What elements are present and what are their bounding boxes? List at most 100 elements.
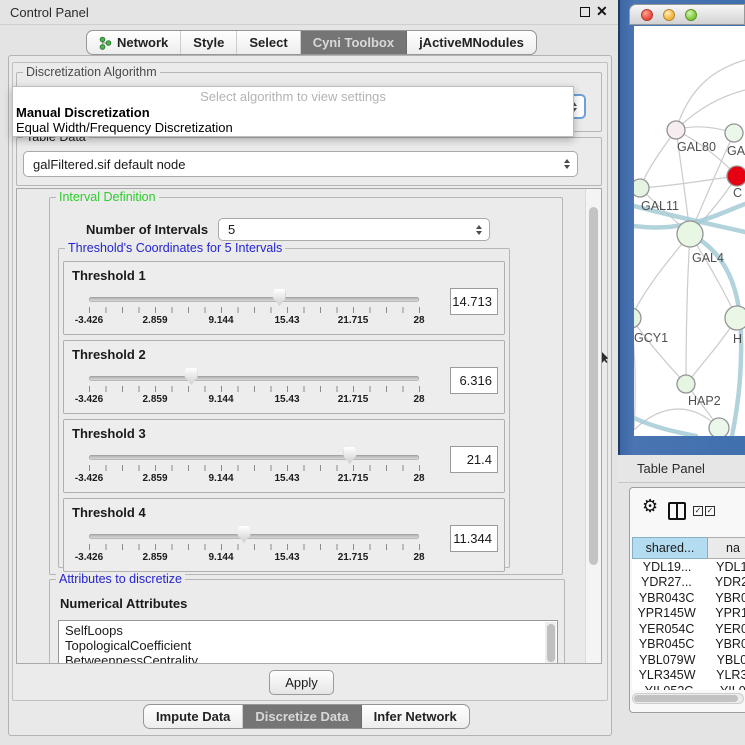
network-edge-thick[interactable]: [634, 418, 696, 436]
network-window-titlebar[interactable]: [629, 4, 745, 25]
cell-shared-name[interactable]: YBR043C: [632, 591, 701, 605]
table-horizontal-scrollbar[interactable]: [632, 693, 744, 704]
table-row[interactable]: YBL079WYBL0: [632, 652, 745, 668]
number-of-intervals-combobox[interactable]: 5: [218, 218, 490, 241]
table-row[interactable]: YDR27...YDR2: [632, 575, 745, 591]
network-node-h-node[interactable]: [725, 306, 745, 330]
close-traffic-light-icon[interactable]: [641, 9, 653, 21]
tab-infer-network[interactable]: Infer Network: [362, 705, 469, 728]
slider-thumb[interactable]: [238, 526, 251, 543]
cell-shared-name[interactable]: YIL052C: [632, 684, 706, 690]
table-data-combobox[interactable]: galFiltered.sif default node: [23, 151, 578, 177]
network-edge[interactable]: [640, 176, 737, 188]
tab-discretize-data[interactable]: Discretize Data: [243, 705, 361, 728]
cell-name[interactable]: YDR2: [701, 575, 745, 589]
cell-name[interactable]: YPR1: [701, 606, 745, 620]
attribute-list-item[interactable]: TopologicalCoefficient: [59, 638, 557, 653]
dropdown-option-manual-discretization[interactable]: Manual Discretization: [13, 105, 573, 120]
threshold-value-field[interactable]: 11.344: [450, 525, 498, 552]
scrollbar-thumb[interactable]: [589, 207, 598, 565]
tab-select[interactable]: Select: [237, 31, 300, 54]
table-column-header-name[interactable]: na: [708, 537, 745, 559]
apply-button[interactable]: Apply: [269, 670, 334, 695]
network-edge[interactable]: [634, 318, 686, 384]
tab-style[interactable]: Style: [181, 31, 237, 54]
threshold-value-field[interactable]: 21.4: [450, 446, 498, 473]
network-node-red-node[interactable]: [727, 166, 745, 186]
slider-ticks: [89, 307, 420, 313]
checkbox-icon[interactable]: ✓: [693, 506, 703, 516]
network-node-gal4[interactable]: [677, 221, 703, 247]
slider-thumb[interactable]: [185, 368, 198, 385]
slider-thumb[interactable]: [343, 447, 356, 464]
cell-shared-name[interactable]: YLR345W: [632, 668, 702, 682]
minimize-traffic-light-icon[interactable]: [663, 9, 675, 21]
network-node-gal80[interactable]: [667, 121, 685, 139]
cell-name[interactable]: YBR0: [701, 591, 745, 605]
scrollbar-thumb[interactable]: [547, 624, 555, 662]
threshold-value-field[interactable]: 14.713: [450, 288, 498, 315]
threshold-slider[interactable]: -3.4262.8599.14415.4321.71528: [89, 527, 419, 567]
cell-name[interactable]: YLR3: [702, 668, 745, 682]
attribute-list-item[interactable]: SelfLoops: [59, 623, 557, 638]
cell-shared-name[interactable]: YBR045C: [632, 637, 701, 651]
threshold-slider[interactable]: -3.4262.8599.14415.4321.71528: [89, 369, 419, 409]
slider-track[interactable]: [89, 376, 419, 381]
slider-thumb[interactable]: [273, 289, 286, 306]
numerical-attributes-list[interactable]: SelfLoopsTopologicalCoefficientBetweenne…: [58, 620, 558, 664]
scrollbar-thumb[interactable]: [634, 695, 738, 702]
tab-cyni-toolbox[interactable]: Cyni Toolbox: [301, 31, 407, 54]
cell-name[interactable]: YER0: [701, 622, 745, 636]
table-row[interactable]: YPR145WYPR1: [632, 606, 745, 622]
cell-shared-name[interactable]: YER054C: [632, 622, 701, 636]
tab-network[interactable]: Network: [87, 31, 181, 54]
cell-name[interactable]: YIL0: [706, 684, 745, 690]
cell-name[interactable]: YBR0: [701, 637, 745, 651]
table-row[interactable]: YDL19...YDL1: [632, 559, 745, 575]
checkbox-icon[interactable]: ✓: [705, 506, 715, 516]
cell-shared-name[interactable]: YDR27...: [632, 575, 701, 589]
network-node-gcy1[interactable]: [634, 308, 641, 328]
settings-vertical-scrollbar[interactable]: [585, 189, 601, 663]
network-node-partial-node[interactable]: [709, 418, 729, 436]
slider-track[interactable]: [89, 297, 419, 302]
cell-shared-name[interactable]: YPR145W: [632, 606, 701, 620]
network-icon: [99, 36, 112, 50]
network-edge[interactable]: [676, 60, 745, 130]
attribute-list-item[interactable]: BetweennessCentrality: [59, 653, 557, 664]
network-node-gal11[interactable]: [634, 179, 649, 197]
network-edge[interactable]: [686, 234, 690, 384]
table-row[interactable]: YLR345WYLR3: [632, 668, 745, 684]
table-row[interactable]: YER054CYER0: [632, 621, 745, 637]
slider-track[interactable]: [89, 455, 419, 460]
tab-jactivemnodules[interactable]: jActiveMNodules: [407, 31, 536, 54]
network-node-node-top-right[interactable]: [725, 124, 743, 142]
network-edge[interactable]: [640, 130, 676, 188]
network-node-hap2[interactable]: [677, 375, 695, 393]
network-edge[interactable]: [634, 409, 719, 430]
cell-shared-name[interactable]: YBL079W: [632, 653, 703, 667]
cell-name[interactable]: YDL1: [702, 560, 745, 574]
table-panel-title: Table Panel: [637, 461, 705, 476]
table-row[interactable]: YBR045CYBR0: [632, 637, 745, 653]
columns-icon[interactable]: [668, 502, 686, 520]
node-label-red-node: C: [733, 186, 742, 200]
threshold-slider[interactable]: -3.4262.8599.14415.4321.71528: [89, 448, 419, 488]
network-canvas[interactable]: GAL80GACGAL11GAL4GCY1HHAP2: [634, 26, 745, 436]
cell-name[interactable]: YBL0: [703, 653, 745, 667]
table-column-header-shared[interactable]: shared...: [632, 537, 708, 559]
float-icon[interactable]: [580, 7, 590, 17]
cell-shared-name[interactable]: YDL19...: [632, 560, 702, 574]
table-row[interactable]: YIL052CYIL0: [632, 683, 745, 690]
tab-impute-data[interactable]: Impute Data: [144, 705, 243, 728]
network-edge[interactable]: [634, 234, 690, 318]
dropdown-option-equal-width-frequency-discretization[interactable]: Equal Width/Frequency Discretization: [13, 120, 573, 135]
zoom-traffic-light-icon[interactable]: [685, 9, 697, 21]
threshold-slider[interactable]: -3.4262.8599.14415.4321.71528: [89, 290, 419, 330]
threshold-value-field[interactable]: 6.316: [450, 367, 498, 394]
slider-track[interactable]: [89, 534, 419, 539]
gear-icon[interactable]: ⚙: [642, 496, 658, 517]
close-icon[interactable]: ✕: [596, 3, 608, 20]
table-row[interactable]: YBR043CYBR0: [632, 590, 745, 606]
attributes-list-scrollbar[interactable]: [545, 622, 556, 664]
